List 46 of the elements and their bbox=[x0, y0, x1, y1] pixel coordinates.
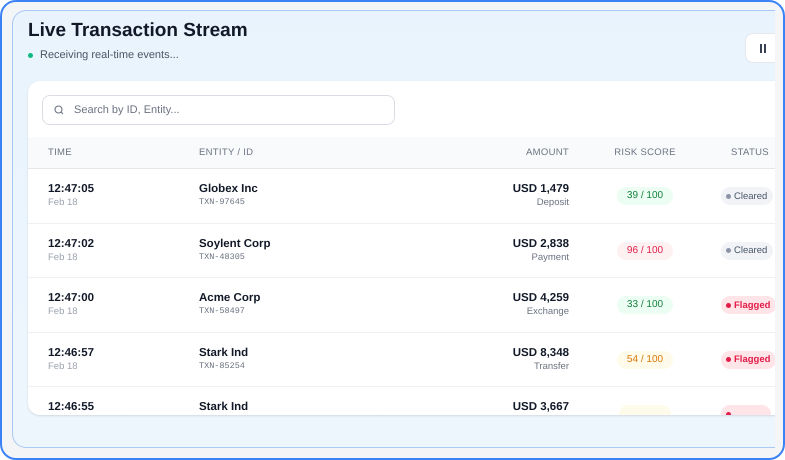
transaction-id: TXN-58497 bbox=[199, 306, 245, 316]
column-header: ENTITY / ID bbox=[199, 147, 254, 158]
column-header: TIME bbox=[48, 147, 73, 158]
column-header: RISK SCORE bbox=[613, 147, 677, 158]
amount-text: USD 2,838 bbox=[512, 238, 569, 250]
column-header: AMOUNT bbox=[525, 147, 569, 158]
search-field[interactable]: Search by ID, Entity... bbox=[42, 95, 395, 125]
amount-text: USD 8,348 bbox=[512, 346, 569, 358]
pause-button[interactable] bbox=[745, 33, 775, 63]
time-text: 12:47:00 bbox=[48, 292, 94, 304]
time-text: 12:47:05 bbox=[48, 183, 94, 195]
transaction-id: TXN-48305 bbox=[199, 252, 245, 262]
transaction-id: TXN-97645 bbox=[199, 197, 245, 207]
transaction-id: TXN-85254 bbox=[199, 360, 245, 370]
amount-text: USD 3,667 bbox=[512, 401, 569, 413]
pause-icon bbox=[760, 44, 766, 52]
entity-name: Acme Corp bbox=[199, 292, 260, 304]
page-title: Live Transaction Stream bbox=[28, 20, 248, 42]
entity-name: Stark Ind bbox=[199, 346, 248, 358]
amount-text: USD 4,259 bbox=[512, 292, 569, 304]
risk-score-badge: 33 / 100 bbox=[616, 296, 674, 314]
status-badge: Flagged bbox=[721, 350, 775, 368]
search-icon bbox=[53, 104, 65, 116]
status-badge: Cleared bbox=[721, 242, 774, 260]
status-badge: Cleared bbox=[721, 187, 774, 205]
amount-text: USD 1,479 bbox=[512, 183, 569, 195]
date-text: Feb 18 bbox=[48, 252, 78, 262]
time-text: 12:47:02 bbox=[48, 238, 94, 250]
entity-name: Stark Ind bbox=[199, 401, 248, 413]
date-text: Feb 18 bbox=[48, 360, 78, 372]
column-header: STATUS bbox=[730, 147, 770, 158]
transaction-type: Transfer bbox=[534, 360, 569, 372]
status-badge: Flagged bbox=[721, 296, 775, 314]
transaction-type: Deposit bbox=[536, 197, 569, 208]
time-text: 12:46:57 bbox=[48, 346, 94, 358]
transaction-type: Payment bbox=[532, 252, 569, 262]
time-text: 12:46:55 bbox=[48, 401, 94, 413]
status-text: Receiving real-time events... bbox=[40, 49, 179, 61]
transaction-type: Exchange bbox=[526, 306, 569, 317]
risk-score-badge: 39 / 100 bbox=[616, 187, 674, 205]
date-text: Feb 18 bbox=[48, 306, 78, 317]
entity-name: Soylent Corp bbox=[199, 238, 271, 250]
risk-score-badge: 54 / 100 bbox=[616, 350, 674, 368]
risk-score-badge: 96 / 100 bbox=[616, 242, 674, 260]
entity-name: Globex Inc bbox=[199, 183, 258, 195]
date-text: Feb 18 bbox=[48, 197, 78, 208]
